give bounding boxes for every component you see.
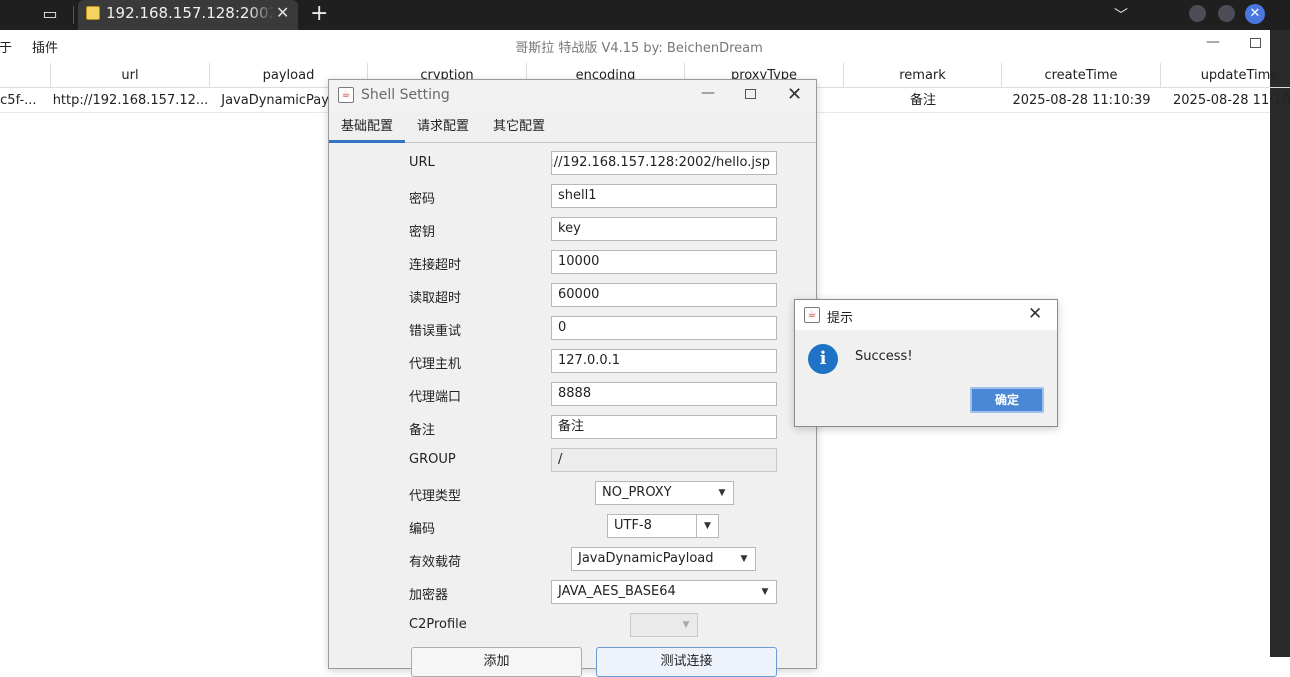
alert-dialog: ☕ 提示 ✕ i Success! 确定 [794,299,1058,427]
browser-top-bar: ▭ 192.168.157.128:2002/hello.jsp ✕ + ﹀ ✕ [0,0,1290,30]
encoding-select[interactable]: UTF-8 ▼ [607,514,719,538]
alert-close-icon[interactable]: ✕ [1028,304,1042,324]
cell-createtime: 2025-08-28 11:10:39 [1012,93,1151,108]
menu-bar: 关于 插件 哥斯拉 特战版 V4.15 by: BeichenDream — [0,30,1270,60]
label-connect-timeout: 连接超时 [409,258,462,273]
cell-updatetime: 2025-08-28 11:10:39 [1173,93,1290,108]
label-remark: 备注 [409,423,436,438]
shell-setting-dialog: ☕ Shell Setting — ✕ 基础配置 请求配置 其它配置 URL 密… [328,79,817,677]
read-timeout-field[interactable]: 60000 [551,283,777,307]
ok-button[interactable]: 确定 [970,387,1044,413]
tab-request-config[interactable]: 请求配置 [405,111,481,143]
tab-title: 192.168.157.128:2002/hello.jsp [106,4,274,22]
add-button[interactable]: 添加 [411,647,582,677]
favicon-icon [86,6,100,20]
app-maximize-icon[interactable] [1250,38,1261,48]
app-minimize-icon[interactable]: — [1206,34,1220,50]
cryption-value: JAVA_AES_BASE64 [558,584,676,599]
column-header-url[interactable]: url [51,63,210,88]
chevron-down-icon[interactable]: ﹀ [1114,5,1128,25]
label-password: 密码 [409,192,436,207]
label-c2profile: C2Profile [409,617,467,632]
dialog-close-icon[interactable]: ✕ [787,84,802,105]
app-title: 哥斯拉 特战版 V4.15 by: BeichenDream [515,41,763,56]
column-header-createtime[interactable]: createTime [1002,63,1161,88]
proxy-host-field[interactable]: 127.0.0.1 [551,349,777,373]
proxy-type-value: NO_PROXY [602,485,672,500]
browser-tab[interactable]: 192.168.157.128:2002/hello.jsp ✕ [78,0,298,30]
dropdown-arrow-icon: ▼ [696,515,718,537]
alert-title: 提示 [827,311,854,326]
tab-actions-icon[interactable]: ▭ [36,3,64,25]
column-header-updatetime[interactable]: updateTime [1161,63,1290,88]
proxy-port-field[interactable]: 8888 [551,382,777,406]
c2profile-select: ▼ [630,613,698,637]
proxy-type-select[interactable]: NO_PROXY ▼ [595,481,734,505]
cell-url: http://192.168.157.12... [52,93,209,108]
dropdown-arrow-icon: ▼ [718,488,726,498]
remark-field[interactable]: 备注 [551,415,777,439]
encoding-value: UTF-8 [614,518,652,533]
dialog-tabs: 基础配置 请求配置 其它配置 [329,111,816,143]
column-header-remark[interactable]: remark [844,63,1002,88]
label-proxy-port: 代理端口 [409,390,462,405]
dropdown-arrow-icon: ▼ [761,587,769,597]
label-payload: 有效载荷 [409,555,462,570]
connect-timeout-field[interactable]: 10000 [551,250,777,274]
dialog-title: Shell Setting [361,87,450,103]
alert-titlebar[interactable]: ☕ 提示 ✕ [795,300,1057,330]
label-encoding: 编码 [409,522,436,537]
tab-divider [73,6,74,24]
group-field: / [551,448,777,472]
payload-value: JavaDynamicPayload [578,551,714,566]
close-dot-icon[interactable]: ✕ [1245,4,1265,24]
java-app-icon: ☕ [804,307,820,323]
label-key: 密钥 [409,225,436,240]
label-proxy-type: 代理类型 [409,489,462,504]
info-icon: i [808,344,838,374]
alert-message: Success! [855,349,913,364]
tab-other-config[interactable]: 其它配置 [481,111,557,143]
label-proxy-host: 代理主机 [409,357,462,372]
dialog-maximize-icon[interactable] [745,89,756,99]
cell-id: b0a1-4c5f-... [0,93,37,108]
dialog-titlebar[interactable]: ☕ Shell Setting — ✕ [329,80,816,111]
dropdown-arrow-icon: ▼ [740,554,748,564]
label-retry: 错误重试 [409,324,462,339]
maximize-dot-icon[interactable] [1218,5,1235,22]
dropdown-arrow-icon: ▼ [682,620,690,630]
column-header-id[interactable]: id [0,63,51,88]
url-value: http://192.168.157.128:2002/hello.jsp [551,155,770,170]
url-field[interactable]: http://192.168.157.128:2002/hello.jsp [551,151,777,175]
key-field[interactable]: key [551,217,777,241]
label-url: URL [409,155,435,170]
cell-remark: 备注 [909,93,936,108]
password-field[interactable]: shell1 [551,184,777,208]
dialog-minimize-icon[interactable]: — [701,85,715,101]
retry-field[interactable]: 0 [551,316,777,340]
label-cryption: 加密器 [409,588,449,603]
payload-select[interactable]: JavaDynamicPayload ▼ [571,547,756,571]
label-group: GROUP [409,452,456,467]
java-app-icon: ☕ [338,87,354,103]
tab-basic-config[interactable]: 基础配置 [329,111,406,143]
minimize-dot-icon[interactable] [1189,5,1206,22]
label-read-timeout: 读取超时 [409,291,462,306]
window-edge [1270,30,1290,657]
new-tab-icon[interactable]: + [310,1,328,26]
test-connection-button[interactable]: 测试连接 [596,647,777,677]
cryption-select[interactable]: JAVA_AES_BASE64 ▼ [551,580,777,604]
tab-close-icon[interactable]: ✕ [276,3,289,22]
